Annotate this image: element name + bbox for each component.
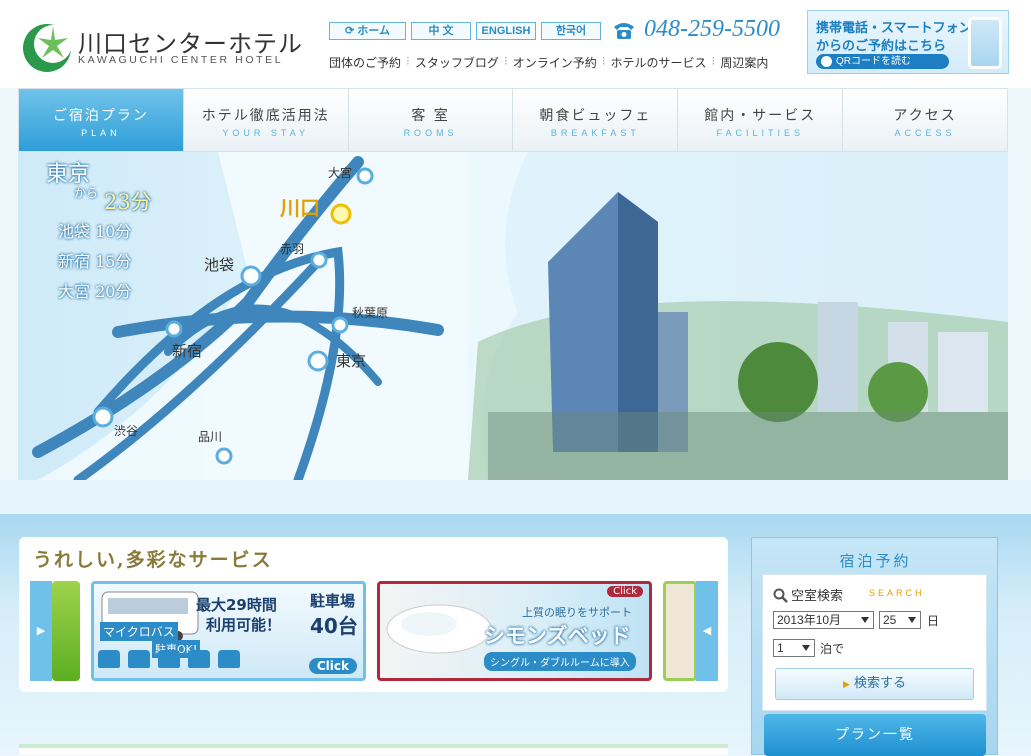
parking-label: 駐車場: [310, 592, 356, 610]
area-guide-link[interactable]: 周辺案内: [720, 54, 768, 71]
month-select[interactable]: 2013年10月: [773, 611, 874, 629]
banner-parking[interactable]: マイクロバス 駐車OK! 最大29時間 利用可能！ 駐車場 40台 Click: [91, 581, 366, 681]
carousel-next-button[interactable]: ◀: [696, 581, 718, 681]
online-booking-link[interactable]: オンライン予約: [513, 54, 597, 71]
hero-minutes: 23分: [104, 190, 152, 214]
phone-contact: 048-259-5500: [612, 16, 780, 43]
nav-rooms[interactable]: 客 室 ROOMS: [349, 89, 514, 151]
vacancy-search-label: 空室検索: [791, 589, 844, 604]
hero-from: から: [74, 186, 99, 200]
mobile-banner-line1: 携帯電話・スマートフォン: [816, 21, 972, 36]
divider: ⁝: [711, 54, 716, 68]
booking-form: 空室検索 SEARCH 2013年10月 25 日 1 泊で ▶ 検索する: [762, 574, 987, 711]
label-akihabara: 秋葉原: [352, 306, 389, 320]
banner-simmons-bed[interactable]: Click 上質の眠りをサポート シモンズベッド シングル・ダブルルームに導入: [377, 581, 652, 681]
qr-code-button[interactable]: QRコードを読む: [816, 54, 949, 69]
label-shinagawa: 品川: [198, 430, 223, 444]
services-box: うれしい,多彩なサービス ▶ マイクロバス 駐車OK! 最大29時間 利用可能！…: [19, 537, 728, 692]
divider: ⁝: [601, 54, 606, 68]
time-omiya: 大宮 20分: [58, 282, 132, 301]
hotel-service-link[interactable]: ホテルのサービス: [611, 54, 707, 71]
bus-click-badge[interactable]: Click: [308, 658, 357, 674]
arrow-right-icon: ▶: [843, 680, 850, 690]
bed-tag: シングル・ダブルルームに導入: [484, 652, 636, 671]
header: 川口センターホテル KAWAGUCHI CENTER HOTEL ⟳ ホーム 中…: [0, 0, 1031, 88]
bed-subtitle: 上質の眠りをサポート: [522, 606, 632, 619]
sub-links: 団体のご予約 ⁝ スタッフブログ ⁝ オンライン予約 ⁝ ホテルのサービス ⁝ 周辺案内: [329, 54, 768, 71]
mobile-banner-line2: からのご予約はこちら: [816, 39, 947, 54]
smartphone-icon: [968, 17, 1002, 69]
banner-partial-right[interactable]: [663, 581, 697, 681]
hero-banner: 東京 から 23分 池袋 10分 新宿 15分 大宮 20分 川口 大宮 赤羽 …: [18, 152, 1008, 480]
label-akabane: 赤羽: [280, 242, 305, 256]
bed-click-badge[interactable]: Click: [607, 586, 643, 597]
bus-available: 利用可能！: [206, 616, 282, 634]
label-shinjuku: 新宿: [172, 342, 203, 360]
nav-your-stay[interactable]: ホテル徹底活用法 YOUR STAY: [184, 89, 349, 151]
booking-title: 宿泊予約: [839, 552, 912, 570]
banner-partial-left[interactable]: [52, 581, 80, 681]
nav-breakfast[interactable]: 朝食ビュッフェ BREAKFAST: [513, 89, 679, 151]
search-icon: [773, 588, 788, 603]
lang-english-link[interactable]: ENGLISH: [476, 22, 536, 40]
main-nav: ご宿泊プラン PLAN ホテル徹底活用法 YOUR STAY 客 室 ROOMS 朝食…: [18, 88, 1008, 152]
pillow-icon: [386, 604, 492, 654]
home-link[interactable]: ⟳ ホーム: [329, 22, 406, 40]
micro-bus-label: マイクロバス: [100, 622, 178, 641]
divider: ⁝: [406, 54, 410, 68]
day-select[interactable]: 25: [879, 611, 921, 629]
mobile-booking-banner[interactable]: 携帯電話・スマートフォン からのご予約はこちら QRコードを読む: [807, 10, 1009, 74]
label-ikebukuro: 池袋: [204, 256, 235, 274]
label-tokyo: 東京: [336, 352, 367, 370]
time-ikebukuro: 池袋 10分: [58, 222, 132, 241]
kawaguchi-marker: [330, 203, 352, 225]
nav-facilities[interactable]: 館内・サービス FACILITIES: [678, 89, 844, 151]
label-shibuya: 渋谷: [114, 424, 139, 438]
lang-korean-link[interactable]: 한국어: [541, 22, 601, 40]
services-title: うれしい,多彩なサービス: [33, 549, 273, 571]
next-section-box: [19, 744, 728, 755]
search-en-label: SEARCH: [869, 588, 925, 598]
booking-panel: 宿泊予約 空室検索 SEARCH 2013年10月 25 日 1 泊で ▶ 検索す…: [751, 537, 998, 756]
nav-plan[interactable]: ご宿泊プラン PLAN: [19, 89, 184, 151]
logo-subtitle: KAWAGUCHI CENTER HOTEL: [78, 54, 284, 66]
label-omiya: 大宮: [328, 166, 353, 180]
day-unit: 日: [927, 614, 940, 628]
label-kawaguchi: 川口: [280, 196, 320, 220]
route-map: [32, 152, 1008, 480]
language-links: ⟳ ホーム 中 文 ENGLISH 한국어: [329, 22, 601, 40]
carousel-prev-button[interactable]: ▶: [30, 581, 52, 681]
nav-access[interactable]: アクセス ACCESS: [843, 89, 1007, 151]
phone-icon: [614, 22, 634, 39]
group-booking-link[interactable]: 団体のご予約: [329, 54, 401, 71]
spacer-strip: [0, 480, 1031, 514]
car-icons: [98, 650, 248, 672]
nights-unit: 泊で: [820, 642, 845, 656]
hotel-logo-icon[interactable]: [20, 18, 74, 74]
lang-chinese-link[interactable]: 中 文: [411, 22, 471, 40]
divider: ⁝: [503, 54, 508, 68]
bed-title: シモンズベッド: [484, 624, 631, 648]
arrow-circle-icon: [821, 56, 832, 67]
phone-number: 048-259-5500: [644, 16, 780, 42]
time-shinjuku: 新宿 15分: [58, 252, 132, 271]
plan-list-button[interactable]: プラン一覧: [764, 714, 986, 756]
staff-blog-link[interactable]: スタッフブログ: [415, 54, 499, 71]
parking-count: 40台: [310, 614, 358, 638]
bus-hours: 最大29時間: [196, 596, 277, 614]
nights-select[interactable]: 1: [773, 639, 815, 657]
search-button[interactable]: ▶ 検索する: [775, 668, 974, 700]
